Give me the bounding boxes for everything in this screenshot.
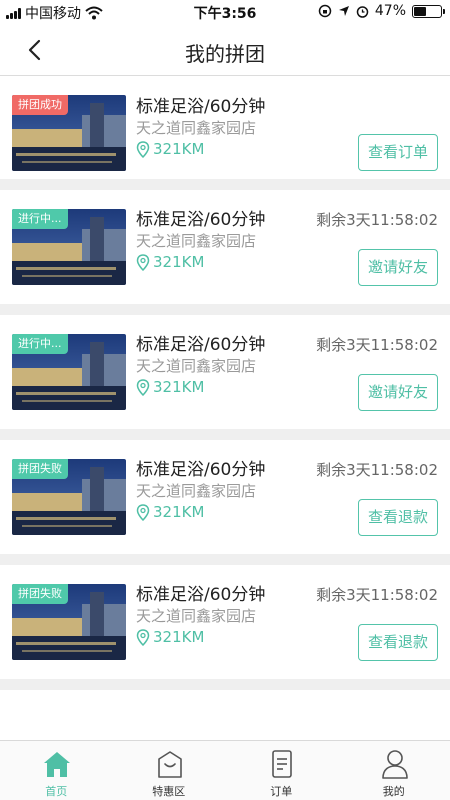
location-pin-icon [136,628,150,646]
store-thumbnail: 拼团失败 [12,459,126,535]
view-refund-button[interactable]: 查看退款 [358,499,438,536]
distance: 321KM [136,253,204,271]
service-title: 标准足浴/60分钟 [136,335,266,355]
distance-label: 321KM [153,253,205,271]
tab-label: 特惠区 [152,785,186,798]
user-icon [381,750,408,779]
location-arrow-icon [338,6,349,16]
tab-deals[interactable]: 特惠区 [113,741,226,800]
store-thumbnail: 进行中... [12,334,126,410]
nav-bar: 我的拼团 [0,24,450,76]
service-title: 标准足浴/60分钟 [136,97,266,117]
group-buy-card[interactable]: 拼团失败 标准足浴/60分钟 剩余3天11:58:02 天之道同鑫家园店 321… [0,565,450,690]
invite-friends-button[interactable]: 邀请好友 [358,374,438,411]
store-name: 天之道同鑫家园店 [136,119,257,137]
page-title: 我的拼团 [185,42,265,66]
tab-home[interactable]: 首页 [0,741,113,800]
status-badge: 进行中... [12,334,68,354]
countdown-timer: 剩余3天11:58:02 [316,461,438,479]
tab-label: 我的 [382,785,405,798]
rotation-lock-icon [318,4,332,18]
home-icon [44,752,70,777]
tab-label: 订单 [270,785,293,798]
status-bar: 中国移动 下午3:56 47% [0,0,450,24]
bag-icon [157,751,182,778]
distance-label: 321KM [153,140,205,158]
tab-orders[interactable]: 订单 [225,741,338,800]
distance: 321KM [136,628,204,646]
status-badge: 拼团成功 [12,95,68,115]
group-buy-card[interactable]: 拼团成功 标准足浴/60分钟 天之道同鑫家园店 321KM 查看订单 [0,77,450,190]
group-buy-card[interactable]: 进行中... 标准足浴/60分钟 剩余3天11:58:02 天之道同鑫家园店 3… [0,190,450,315]
distance-label: 321KM [153,503,205,521]
group-buy-card[interactable]: 进行中... 标准足浴/60分钟 剩余3天11:58:02 天之道同鑫家园店 3… [0,315,450,440]
store-name: 天之道同鑫家园店 [136,607,257,625]
status-badge: 进行中... [12,209,68,229]
store-name: 天之道同鑫家园店 [136,357,257,375]
location-pin-icon [136,253,150,271]
view-order-button[interactable]: 查看订单 [358,134,438,171]
distance: 321KM [136,140,204,158]
location-pin-icon [136,140,150,158]
service-title: 标准足浴/60分钟 [136,460,266,480]
countdown-timer: 剩余3天11:58:02 [316,211,438,229]
group-buy-card[interactable]: 拼团失败 标准足浴/60分钟 剩余3天11:58:02 天之道同鑫家园店 321… [0,440,450,565]
group-buy-list: 拼团成功 标准足浴/60分钟 天之道同鑫家园店 321KM 查看订单 进行中..… [0,77,450,690]
distance: 321KM [136,378,204,396]
view-refund-button[interactable]: 查看退款 [358,624,438,661]
store-name: 天之道同鑫家园店 [136,482,257,500]
service-title: 标准足浴/60分钟 [136,585,266,605]
service-title: 标准足浴/60分钟 [136,210,266,230]
battery-icon [412,4,445,18]
tab-profile[interactable]: 我的 [338,741,450,800]
alarm-icon [356,5,369,18]
store-name: 天之道同鑫家园店 [136,232,257,250]
distance-label: 321KM [153,628,205,646]
store-thumbnail: 进行中... [12,209,126,285]
distance: 321KM [136,503,204,521]
bottom-tab-bar: 首页 特惠区 订单 我的 [0,740,450,800]
tab-label: 首页 [45,785,68,798]
status-badge: 拼团失败 [12,584,68,604]
location-pin-icon [136,503,150,521]
order-icon [272,750,292,778]
countdown-timer: 剩余3天11:58:02 [316,586,438,604]
battery-percent: 47% [374,3,406,19]
invite-friends-button[interactable]: 邀请好友 [358,249,438,286]
countdown-timer: 剩余3天11:58:02 [316,336,438,354]
store-thumbnail: 拼团失败 [12,584,126,660]
status-badge: 拼团失败 [12,459,68,479]
distance-label: 321KM [153,378,205,396]
location-pin-icon [136,378,150,396]
status-right: 47% [318,3,445,19]
store-thumbnail: 拼团成功 [12,95,126,171]
